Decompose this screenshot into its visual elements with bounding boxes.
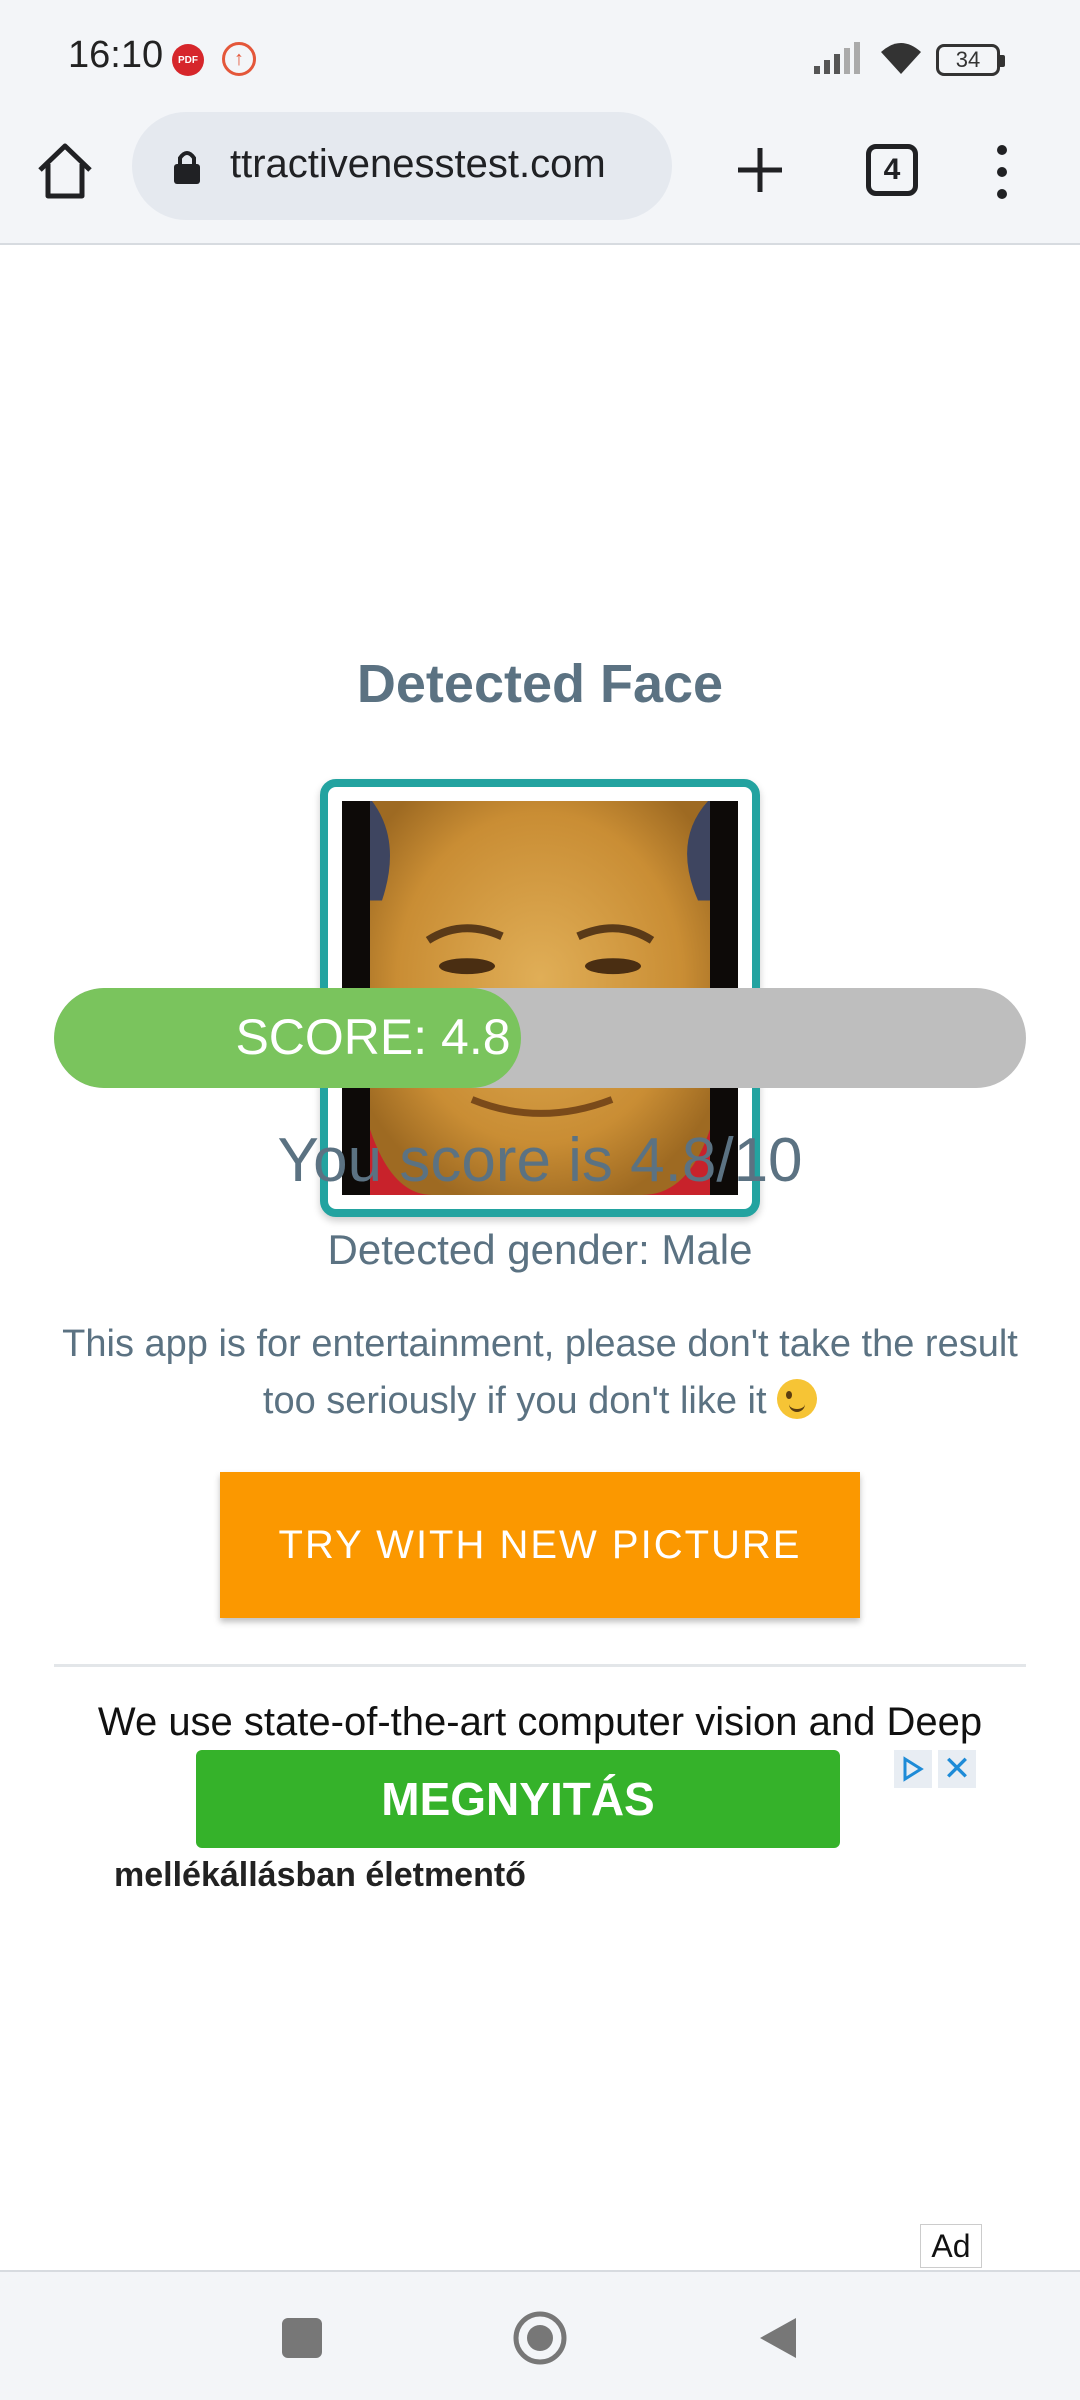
score-progress-bar: SCORE: 4.8 (54, 988, 1026, 1088)
score-summary: You score is 4.8/10 (277, 1126, 803, 1195)
lock-icon (174, 151, 200, 184)
page-title: Detected Face (356, 654, 724, 714)
more-vert-icon[interactable] (990, 140, 1014, 204)
description-text: We use state-of-the-art computer vision … (97, 1700, 983, 1744)
system-nav-bar (0, 2270, 1080, 2400)
ad-headline[interactable]: mellékállásban életmentő (114, 1856, 526, 1895)
wink-emoji-icon (777, 1379, 818, 1419)
tabs-button[interactable]: 4 (866, 144, 918, 196)
gender-result: Detected gender: Male (327, 1226, 753, 1273)
section-divider (54, 1664, 1026, 1667)
status-time: 16:10 (68, 34, 164, 76)
try-new-picture-button[interactable]: TRY WITH NEW PICTURE (220, 1472, 860, 1618)
url-text: ttractivenesstest.com (230, 142, 606, 186)
address-bar[interactable]: ttractivenesstest.com (132, 112, 672, 220)
back-icon[interactable] (756, 2314, 800, 2362)
ad-close-icon[interactable]: ✕ (938, 1750, 976, 1788)
ad-banner[interactable]: MEGNYITÁS ✕ mellékállásban életmentő Ad (0, 1748, 1080, 2270)
signal-icon (814, 42, 860, 74)
upload-icon: ↑ (222, 42, 256, 76)
status-bar: 16:10 PDF ↑ 34 (0, 0, 1080, 110)
disclaimer-text: This app is for entertainment, please do… (50, 1316, 1030, 1430)
wifi-icon (881, 43, 921, 74)
recent-apps-icon[interactable] (282, 2318, 322, 2358)
pdf-icon: PDF (172, 44, 204, 76)
plus-icon[interactable] (730, 140, 790, 200)
ad-badge: Ad (920, 2224, 982, 2268)
score-label: SCORE: 4.8 (235, 1009, 511, 1065)
ad-open-button[interactable]: MEGNYITÁS (196, 1750, 840, 1848)
home-circle-icon[interactable] (512, 2310, 568, 2366)
ad-choices-icon[interactable] (894, 1750, 932, 1788)
browser-toolbar: ttractivenesstest.com 4 (0, 110, 1080, 245)
disclaimer-body: This app is for entertainment, please do… (62, 1323, 1018, 1422)
battery-icon: 34 (936, 44, 1005, 76)
home-icon[interactable] (34, 140, 96, 202)
score-progress-fill: SCORE: 4.8 (54, 988, 521, 1088)
